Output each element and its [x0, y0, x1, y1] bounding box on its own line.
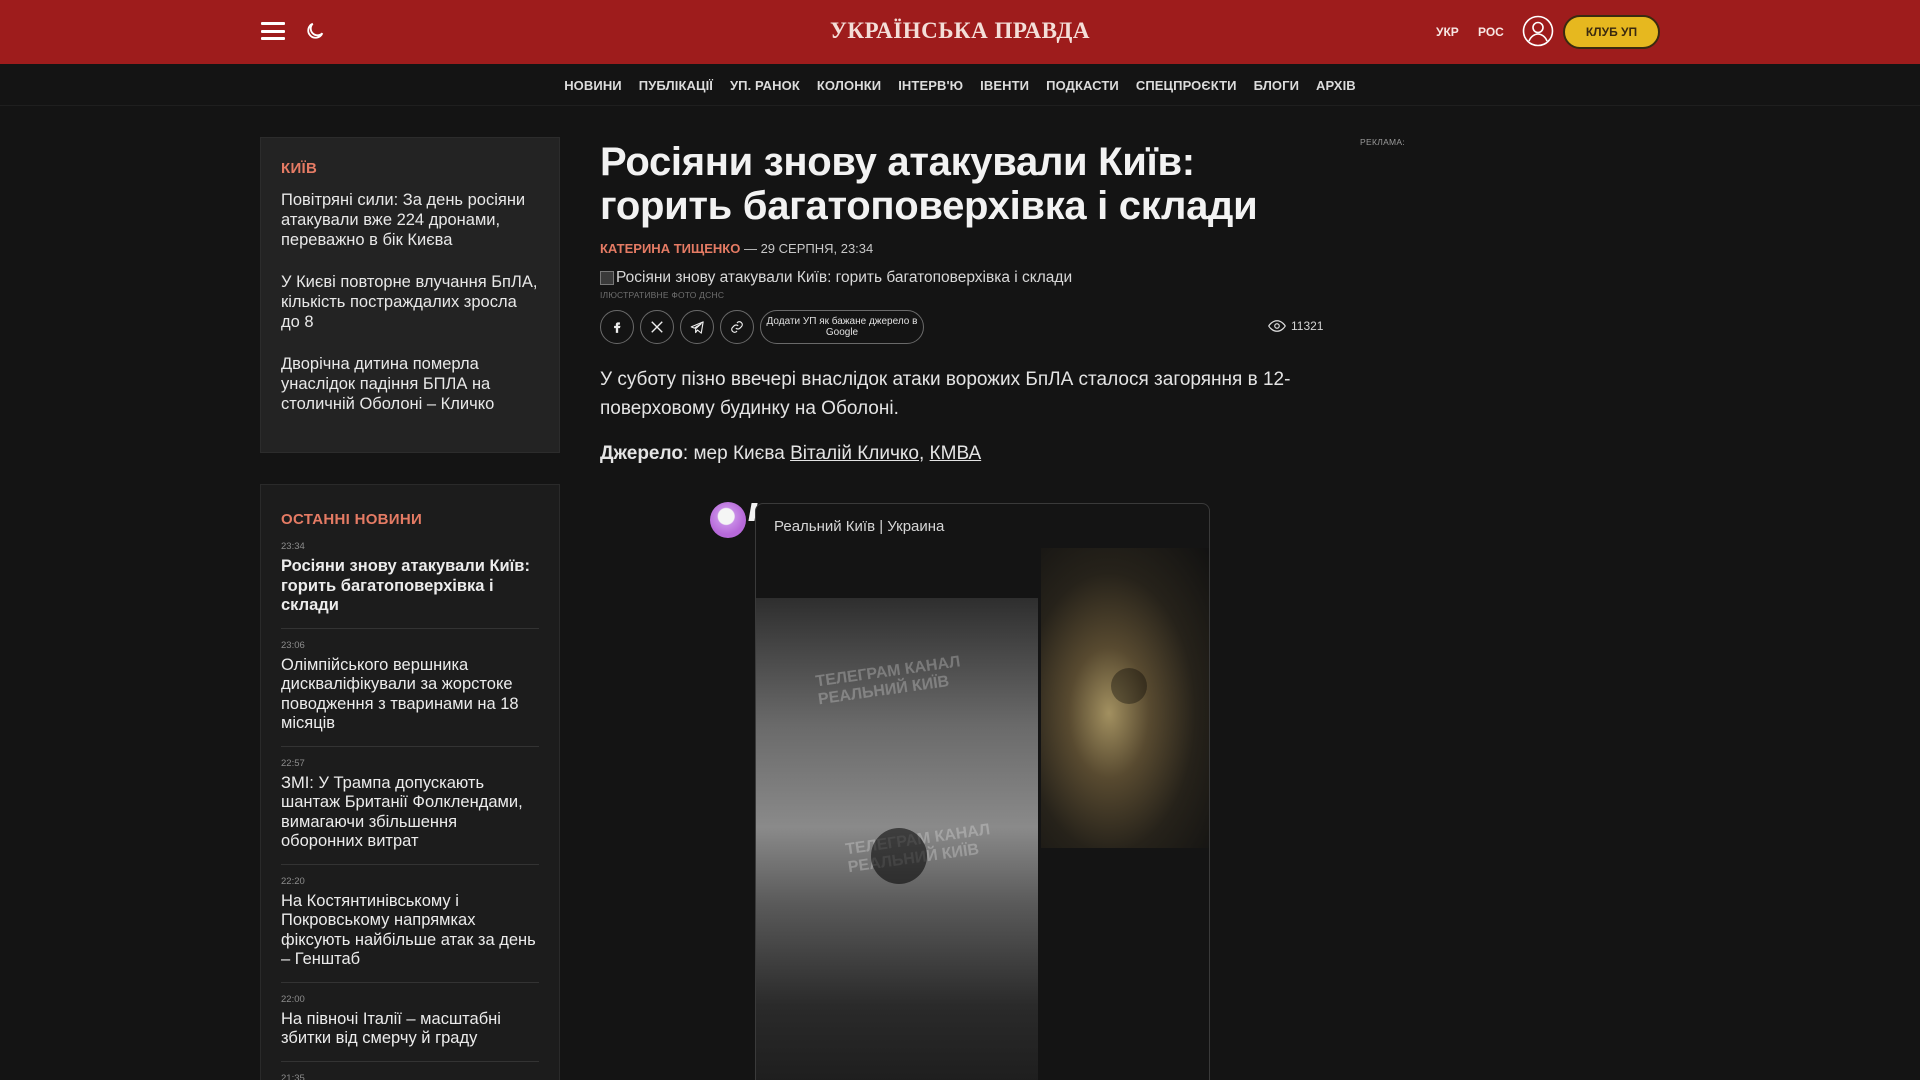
news-time: 23:06	[281, 639, 305, 651]
nav-item[interactable]: ПУБЛІКАЦІЇ	[639, 78, 713, 93]
nav-item[interactable]: ПОДКАСТИ	[1046, 78, 1119, 93]
broken-image-icon	[600, 271, 614, 285]
lang-ros-link[interactable]: РОС	[1478, 25, 1504, 39]
embed-photo-building[interactable]	[1041, 548, 1209, 848]
nav-item[interactable]: НОВИНИ	[564, 78, 622, 93]
nav-item[interactable]: ІВЕНТИ	[980, 78, 1029, 93]
embed-photo-fire[interactable]: ТЕЛЕГРАМ КАНАЛ РЕАЛЬНИЙ КИЇВ ТЕЛЕГРАМ КА…	[756, 598, 1038, 1080]
telegram-share-button[interactable]	[680, 310, 714, 344]
source-separator: ,	[918, 443, 930, 464]
x-icon	[651, 321, 663, 333]
source-text: : мер Києва	[682, 443, 791, 464]
author-link[interactable]: КАТЕРИНА ТИЩЕНКО	[600, 241, 740, 256]
kyiv-news-link[interactable]: Повітряні сили: За день росіяни атакувал…	[281, 190, 539, 250]
kyiv-news-link[interactable]: Дворічна дитина померла унаслідок падінн…	[281, 354, 539, 414]
news-time: 22:57	[281, 757, 305, 769]
latest-news-item[interactable]: 23:34 Росіяни знову атакували Київ: горит…	[281, 534, 539, 629]
menu-icon[interactable]	[261, 22, 285, 40]
nav-item[interactable]: АРХІВ	[1316, 78, 1356, 93]
news-title[interactable]: Росіяни знову атакували Київ: горить баг…	[281, 557, 539, 616]
play-overlay	[1111, 668, 1147, 704]
nav-item[interactable]: КОЛОНКИ	[817, 78, 881, 93]
news-title[interactable]: На півночі Італії – масштабні збитки від…	[281, 1010, 539, 1049]
embed-channel-name[interactable]: Реальний Київ | Украина	[774, 518, 944, 535]
kyiv-news-card: КИЇВ Повітряні сили: За день росіяни ата…	[260, 137, 560, 453]
facebook-share-button[interactable]	[600, 310, 634, 344]
latest-news-item[interactable]: 22:57 ЗМІ: У Трампа допускають шантаж Бри…	[281, 751, 539, 865]
photo-watermark: ТЕЛЕГРАМ КАНАЛ РЕАЛЬНИЙ КИЇВ	[814, 653, 962, 709]
article-headline: Росіяни знову атакували Київ: горить баг…	[600, 140, 1258, 228]
article-source: Джерело: мер Києва Віталій Кличко, КМВА	[600, 443, 1320, 465]
telegram-embed[interactable]: Реальний Київ | Украина ТЕЛЕГРАМ КАНАЛ Р…	[755, 503, 1210, 1080]
site-logo[interactable]: УКРАЇНСЬКА ПРАВДА	[760, 18, 1160, 44]
channel-avatar[interactable]	[710, 502, 746, 538]
kyiv-news-link[interactable]: У Києві повторне влучання БпЛА, кількіст…	[281, 272, 539, 332]
x-share-button[interactable]	[640, 310, 674, 344]
latest-news-item[interactable]: 22:00 На півночі Італії – масштабні збитк…	[281, 987, 539, 1062]
source-link-kmva[interactable]: КМВА	[930, 443, 982, 464]
nav-item[interactable]: СПЕЦПРОЄКТИ	[1136, 78, 1237, 93]
play-overlay	[871, 828, 927, 884]
user-account-icon[interactable]	[1522, 15, 1554, 47]
link-icon	[731, 321, 743, 333]
dark-mode-icon[interactable]	[304, 20, 326, 42]
news-title[interactable]: ЗМІ: У Трампа допускають шантаж Британії…	[281, 774, 539, 852]
latest-news-item[interactable]: 23:06 Олімпійського вершника дискваліфіку…	[281, 633, 539, 747]
latest-news-label[interactable]: ОСТАННІ НОВИНИ	[281, 511, 539, 528]
image-alt-text: Росіяни знову атакували Київ: горить баг…	[616, 269, 1073, 286]
ad-label: РЕКЛАМА:	[1360, 137, 1406, 147]
eye-icon	[1268, 320, 1286, 332]
facebook-icon	[614, 322, 621, 333]
image-caption: ІЛЮСТРАТИВНЕ ФОТО ДСНС	[600, 290, 725, 300]
latest-news-item[interactable]: 21:35	[281, 1066, 539, 1080]
article-lead: У суботу пізно ввечері внаслідок атаки в…	[600, 369, 1291, 419]
article-image: Росіяни знову атакували Київ: горить баг…	[600, 269, 1320, 287]
share-row: Додати УП як бажане джерело в Google 113…	[600, 310, 1323, 346]
news-title[interactable]: На Костянтинівському і Покровському напр…	[281, 892, 539, 970]
top-bar: УКРАЇНСЬКА ПРАВДА УКР РОС КЛУБ УП	[0, 0, 1920, 64]
nav-item[interactable]: ІНТЕРВ'Ю	[898, 78, 963, 93]
views-value: 11321	[1291, 319, 1324, 333]
lang-ukr-link[interactable]: УКР	[1436, 25, 1459, 39]
article: Росіяни знову атакували Київ: горить баг…	[600, 140, 1323, 465]
news-time: 23:34	[281, 541, 305, 552]
nav-item[interactable]: УП. РАНОК	[730, 78, 800, 93]
news-time: 22:20	[281, 875, 305, 887]
telegram-icon	[690, 320, 704, 334]
source-link-klitschko[interactable]: Віталій Кличко	[790, 443, 919, 464]
nav-item[interactable]: БЛОГИ	[1254, 78, 1299, 93]
latest-news-item[interactable]: 22:20 На Костянтинівському і Покровському…	[281, 869, 539, 983]
news-time: 22:00	[281, 993, 305, 1005]
latest-news-card: ОСТАННІ НОВИНИ 23:34 Росіяни знову атакув…	[260, 484, 560, 1080]
publish-date: — 29 СЕРПНЯ, 23:34	[743, 241, 874, 256]
news-title[interactable]: Олімпійського вершника дискваліфікували …	[281, 656, 539, 734]
article-byline: КАТЕРИНА ТИЩЕНКО — 29 СЕРПНЯ, 23:34	[600, 241, 1320, 256]
view-count: 11321	[1268, 319, 1323, 333]
copy-link-button[interactable]	[720, 310, 754, 344]
main-nav: НОВИНИ ПУБЛІКАЦІЇ УП. РАНОК КОЛОНКИ ІНТЕРВ'Ю…	[0, 64, 1920, 106]
add-google-source-button[interactable]: Додати УП як бажане джерело в Google	[760, 310, 924, 344]
club-up-button[interactable]: КЛУБ УП	[1563, 15, 1660, 49]
source-label: Джерело	[600, 443, 683, 464]
kyiv-section-label[interactable]: КИЇВ	[281, 160, 539, 177]
news-time: 21:35	[281, 1072, 305, 1080]
